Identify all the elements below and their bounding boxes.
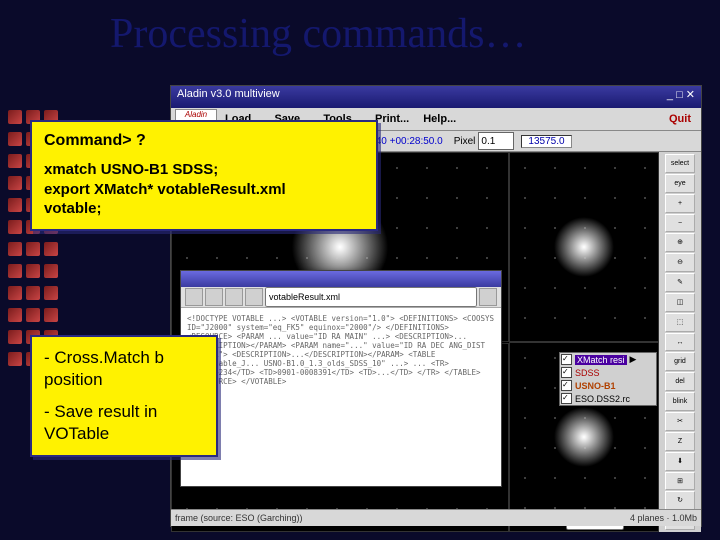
- layer-row[interactable]: USNO-B1: [560, 379, 656, 392]
- tool-plus[interactable]: +: [665, 194, 695, 213]
- back-icon[interactable]: [185, 288, 203, 306]
- pixel-label: Pixel: [454, 136, 476, 147]
- description-callout: - Cross.Match b position - Save result i…: [30, 335, 218, 457]
- desc-line: VOTable: [44, 423, 204, 445]
- status-left: frame (source: ESO (Garching)): [175, 513, 303, 523]
- titlebar[interactable]: Aladin v3.0 multiview _ □ ✕: [171, 86, 701, 108]
- layer-row[interactable]: SDSS: [560, 366, 656, 379]
- tool-palette: select eye + − ⊕ ⊖ ✎ ◫ ⬚ ↔ grid del blin…: [659, 152, 701, 532]
- tool-region[interactable]: ⬚: [665, 313, 695, 332]
- tool-zoom-out[interactable]: ⊖: [665, 253, 695, 272]
- tool-split[interactable]: ◫: [665, 293, 695, 312]
- layer-row[interactable]: ESO.DSS2.rc: [560, 392, 656, 405]
- tool-download-icon[interactable]: ⬇: [665, 452, 695, 471]
- address-input[interactable]: [265, 287, 477, 307]
- layer-stack: XMatch resi ▶ SDSS USNO-B1 ESO.DSS2.rc: [559, 352, 657, 406]
- stop-icon[interactable]: [225, 288, 243, 306]
- menu-quit[interactable]: Quit: [663, 113, 697, 125]
- play-icon[interactable]: ▶: [630, 354, 637, 365]
- tool-del[interactable]: del: [665, 372, 695, 391]
- xml-content: <!DOCTYPE VOTABLE ...> <VOTABLE version=…: [181, 308, 501, 485]
- cmd-line: xmatch USNO-B1 SDSS;: [44, 160, 364, 180]
- layer-checkbox[interactable]: [561, 367, 572, 378]
- tool-target[interactable]: ⊕: [665, 233, 695, 252]
- statusbar: frame (source: ESO (Garching)) 4 planes …: [171, 509, 701, 526]
- pixel-input[interactable]: [478, 132, 514, 150]
- popup-toolbar: [181, 287, 501, 308]
- layer-label: SDSS: [575, 368, 600, 378]
- desc-line: - Cross.Match b: [44, 347, 204, 369]
- slide-title: Processing commands…: [110, 10, 526, 58]
- tool-minus[interactable]: −: [665, 214, 695, 233]
- command-callout: Command> ? xmatch USNO-B1 SDSS; export X…: [30, 120, 378, 231]
- tool-multi[interactable]: ⊞: [665, 472, 695, 491]
- cmd-line: votable;: [44, 199, 364, 219]
- tool-select[interactable]: select: [665, 154, 695, 173]
- tool-eye-icon[interactable]: eye: [665, 174, 695, 193]
- tool-dist[interactable]: ↔: [665, 333, 695, 352]
- window-controls[interactable]: _ □ ✕: [667, 88, 695, 106]
- desc-line: - Save result in: [44, 401, 204, 423]
- tool-blink[interactable]: blink: [665, 392, 695, 411]
- layer-checkbox[interactable]: [561, 354, 572, 365]
- layer-label: XMatch resi: [575, 355, 627, 365]
- layer-row[interactable]: XMatch resi ▶: [560, 353, 656, 366]
- forward-icon[interactable]: [205, 288, 223, 306]
- menu-help[interactable]: Help...: [417, 113, 462, 125]
- status-right: 4 planes · 1.0Mb: [630, 513, 697, 523]
- command-prompt: Command> ?: [44, 132, 364, 150]
- cmd-line: export XMatch* votableResult.xml: [44, 180, 364, 200]
- layer-label: USNO-B1: [575, 381, 616, 391]
- layer-label: ESO.DSS2.rc: [575, 394, 630, 404]
- go-icon[interactable]: [479, 288, 497, 306]
- count-readout: 13575.0: [521, 135, 571, 148]
- layer-checkbox[interactable]: [561, 380, 572, 391]
- layer-checkbox[interactable]: [561, 393, 572, 404]
- xml-viewer-popup: <!DOCTYPE VOTABLE ...> <VOTABLE version=…: [180, 270, 502, 487]
- window-title: Aladin v3.0 multiview: [177, 88, 280, 106]
- tool-grid[interactable]: grid: [665, 352, 695, 371]
- desc-line: position: [44, 369, 204, 391]
- tool-reload-icon[interactable]: ↻: [665, 491, 695, 510]
- tool-z[interactable]: Z: [665, 432, 695, 451]
- sky-thumb-1[interactable]: [509, 152, 659, 342]
- reload-icon[interactable]: [245, 288, 263, 306]
- tool-draw[interactable]: ✎: [665, 273, 695, 292]
- popup-titlebar[interactable]: [181, 271, 501, 287]
- tool-crop-icon[interactable]: ✂: [665, 412, 695, 431]
